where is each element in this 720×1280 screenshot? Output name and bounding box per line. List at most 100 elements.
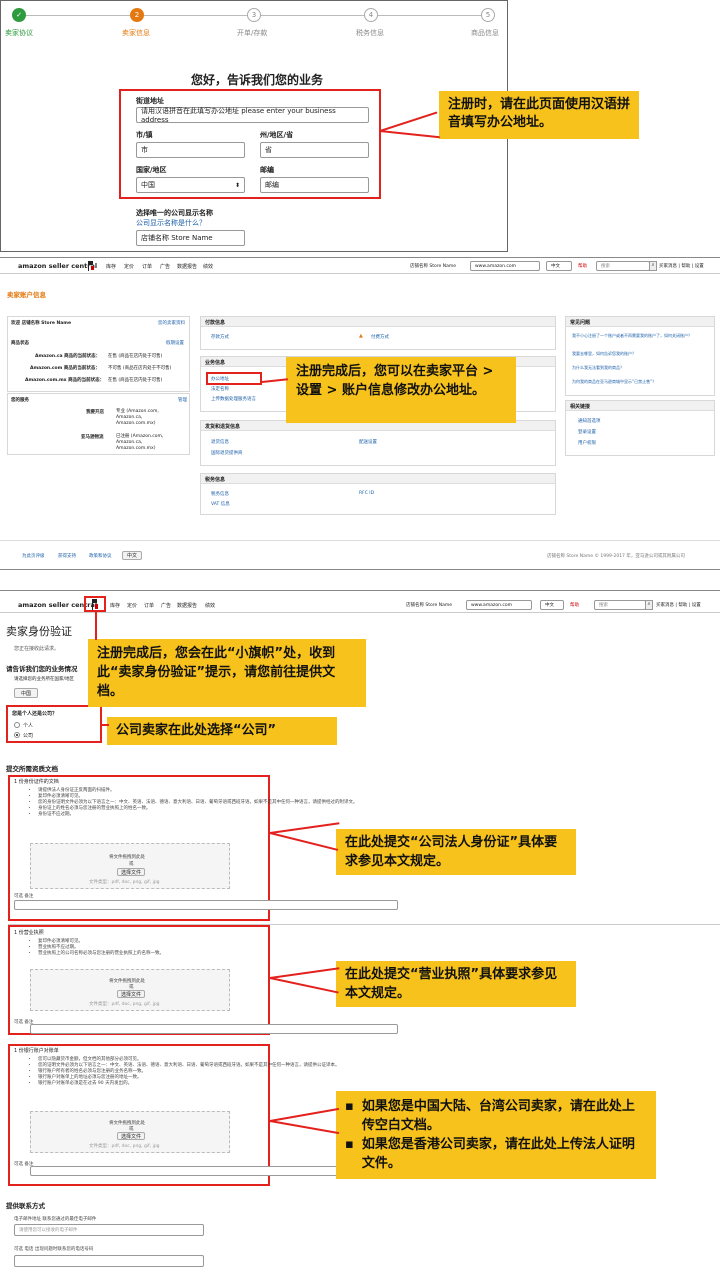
nav2-performance[interactable]: 绩效 [205,602,215,609]
license-note-input[interactable] [30,1024,398,1034]
radio-company-label: 公司 [23,733,34,739]
id-choose-file-button[interactable]: 选择文件 [117,868,145,876]
bank-req-5: 银行账户对账单必须是在过去 90 天内发出的。 [38,1081,410,1087]
footer-copyright: 店铺名称 Store Name © 1999-2017 年，亚马逊公司或其附属公… [547,554,685,559]
charge-method-link[interactable]: 付费方式 [371,334,389,340]
street-input[interactable]: 请用汉语拼音在此填写办公地址 please enter your busines… [136,107,369,124]
display-name-help-link[interactable]: 公司显示名称是什么？ [136,218,206,228]
rfc-link[interactable]: RFC ID [359,491,374,496]
display-name-label: 选择唯一的公司显示名称 [136,209,213,217]
svc1-val: 专业 (Amazon.com, Amazon.ca, Amazon.com.mx… [116,409,159,426]
chevron-down-icon: ⬍ [234,181,240,189]
status-row-mx-key: Amazon.com.mx 商品的当前状态： [25,378,105,383]
bank-requirements: 您可以隐藏货币金额，但文档的其他部分必须可见。 您的证明文件必须为以下语言之一：… [30,1057,410,1087]
payment-box: 付款信息 存款方式 ▲ 付费方式 [200,316,556,350]
nav2-inventory[interactable]: 库存 [110,602,120,609]
top-links-2[interactable]: 买家消息 | 帮助 | 设置 [656,602,701,608]
site-select[interactable]: www.amazon.com [470,261,540,271]
faq-1[interactable]: 我不小心注册了一个账户或者不再需要我的账户了，如何关闭账户？ [572,333,712,338]
notification-link[interactable]: 通知首选项 [578,418,601,424]
nav-reports[interactable]: 数据报告 [177,263,197,270]
email-input[interactable]: 请使用您可以接收的电子邮件 [14,1224,204,1236]
faq-box: 常见问题 我不小心注册了一个账户或者不再需要我的账户了，如何关闭账户？ 我要去哪… [565,316,715,396]
faq-2[interactable]: 我要去哪里，如何告诉您我的账户？ [572,351,712,357]
zip-input[interactable]: 邮编 [260,177,369,193]
faq-3[interactable]: 为什么我无法看到我的商品？ [572,365,712,371]
radio-person[interactable] [14,722,20,728]
footer-policy-link[interactable]: 政策和协议 [89,553,112,559]
phone-input[interactable] [14,1255,204,1267]
data-language-link[interactable]: 上传数据处理服务语言 [211,396,256,402]
license-drop-title: 将文件拖拽到此处 [109,979,145,984]
faq-4[interactable]: 为何我的商品在亚马逊商城中显示“已禁止售”？ [572,379,712,384]
search-input-2[interactable]: 搜索 [594,600,646,610]
nav-orders[interactable]: 订单 [142,263,152,270]
license-drop-zone[interactable]: 将文件拖拽到此处 或 选择文件 文件类型：pdf, doc, png, gif,… [30,969,230,1011]
nav2-orders[interactable]: 订单 [144,602,154,609]
tax-info-link[interactable]: 税务信息 [211,491,229,497]
services-manage-link[interactable]: 管理 [178,397,187,403]
nav-performance[interactable]: 绩效 [203,263,213,270]
state-label: 州/地区/省 [260,131,294,139]
lang-select[interactable]: 中文 [546,261,572,271]
display-name-input[interactable]: 店铺名称 Store Name [136,230,245,246]
country-select-2[interactable]: 中国 [14,688,38,698]
country-select[interactable]: 中国 ⬍ [136,177,245,193]
nav2-reports[interactable]: 数据报告 [177,602,197,609]
callout-address-pinyin: 注册时，请在此页面使用汉语拼音填写办公地址。 [439,91,639,139]
flag-icon[interactable] [88,261,94,271]
callout-company: 公司卖家在此处选择“公司” [107,717,337,745]
callout-bank-item-1: ▪ 如果您是中国大陆、台湾公司卖家，请在此处上传空白文档。 [345,1097,647,1135]
legal-name-link[interactable]: 法定名称 [211,386,229,392]
bank-choose-file-button[interactable]: 选择文件 [117,1132,145,1140]
search-icon-2[interactable]: ⌕ [645,600,653,610]
nav-pricing[interactable]: 定价 [124,263,134,270]
office-address-highlight [206,372,262,385]
search-icon[interactable]: ⌕ [649,261,657,271]
lang-select-2[interactable]: 中文 [540,600,564,610]
id-drop-types: 文件类型：pdf, doc, png, gif, jpg [89,880,160,885]
related-links-box: 相关链接 通知首选项 登录设置 用户权限 [565,400,715,456]
user-permissions-link[interactable]: 用户权限 [578,440,596,446]
related-head: 相关链接 [566,401,714,411]
search-input[interactable]: 搜索 [596,261,650,271]
seller-profile-link[interactable]: 您的卖家资料 [158,320,185,326]
id-drop-title: 将文件拖拽到此处 [109,855,145,860]
id-drop-zone[interactable]: 将文件拖拽到此处 或 选择文件 文件类型：pdf, doc, png, gif,… [30,843,230,889]
return-info-link[interactable]: 退货信息 [211,439,229,445]
footer-rate-link[interactable]: 为此页评级 [22,553,45,559]
country-select-2-value: 中国 [20,690,31,697]
vat-link[interactable]: VAT 信息 [211,501,230,507]
state-input[interactable]: 省 [260,142,369,158]
listing-status-head: 商品状态 [11,341,29,346]
top-nav: amazon seller central 库存 定价 订单 广告 数据报告 绩… [0,258,720,274]
shipping-box: 发货和退货信息 退货信息 配送设置 国际退货提供商 [200,420,556,466]
nav2-ads[interactable]: 广告 [161,602,171,609]
radio-company[interactable] [14,732,20,738]
intl-returns-link[interactable]: 国际退货提供商 [211,450,243,456]
tax-head: 税务信息 [201,474,555,484]
site-select-2[interactable]: www.amazon.com [466,600,532,610]
shipping-settings-link[interactable]: 配送设置 [359,439,377,445]
license-choose-file-button[interactable]: 选择文件 [117,990,145,998]
nav-inventory[interactable]: 库存 [106,263,116,270]
amazon-logo[interactable]: amazon seller central [18,262,97,270]
bank-drop-zone[interactable]: 将文件拖拽到此处 或 选择文件 文件类型：pdf, doc, png, gif,… [30,1111,230,1153]
id-doc-requirements: 请提供法人身份证正反两面的扫描件。 复印件必须清晰可见。 您的身份证明文件必须为… [30,788,410,818]
store-name-2[interactable]: 店铺名称 Store Name [406,602,452,608]
footer-lang-select[interactable]: 中文 [122,551,142,560]
top-links[interactable]: 买家消息 | 帮助 | 设置 [659,263,704,269]
nav2-pricing[interactable]: 定价 [127,602,137,609]
footer-support-link[interactable]: 获得支持 [58,553,76,559]
nav-ads[interactable]: 广告 [160,263,170,270]
help-link[interactable]: 帮助 [578,263,587,269]
help-link-2[interactable]: 帮助 [570,602,579,608]
store-name[interactable]: 店铺名称 Store Name [410,263,456,269]
vacation-link[interactable]: 假期设置 [166,340,184,346]
city-input[interactable]: 市 [136,142,245,158]
login-settings-link[interactable]: 登录设置 [578,429,596,435]
search-placeholder: 搜索 [601,264,610,269]
deposit-link[interactable]: 存款方式 [211,334,229,340]
bank-drop-types: 文件类型：pdf, doc, png, gif, jpg [89,1144,160,1149]
id-note-input[interactable] [14,900,398,910]
